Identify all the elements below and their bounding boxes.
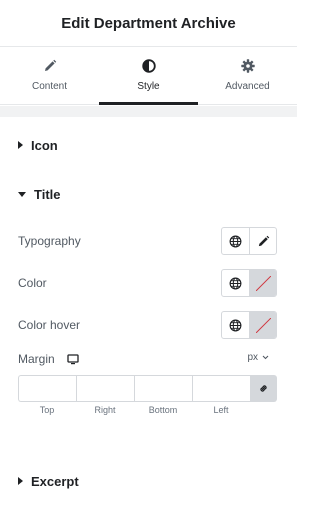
tab-bar: Content Style Advanced	[0, 47, 297, 105]
empty-color-swatch	[255, 317, 271, 333]
globe-icon	[229, 319, 242, 331]
color-hover-picker-button[interactable]	[249, 312, 276, 338]
section-icon: Icon	[0, 117, 297, 173]
margin-right-label: Right	[94, 405, 116, 415]
typography-global-button[interactable]	[222, 228, 249, 254]
section-title-header[interactable]: Title	[0, 166, 297, 222]
half-circle-icon	[141, 59, 156, 73]
color-hover-row: Color hover	[18, 311, 277, 339]
typography-edit-button[interactable]	[249, 228, 276, 254]
chevron-down-icon	[262, 355, 269, 360]
caret-right-icon	[18, 477, 23, 485]
globe-icon	[229, 235, 242, 247]
section-excerpt-label: Excerpt	[31, 473, 79, 489]
tab-advanced[interactable]: Advanced	[198, 47, 297, 104]
margin-top-label: Top	[39, 405, 55, 415]
panel-header: Edit Department Archive	[0, 0, 297, 47]
link-icon	[260, 385, 267, 392]
color-hover-global-button[interactable]	[222, 312, 249, 338]
margin-right-input[interactable]	[76, 375, 134, 402]
tab-content[interactable]: Content	[0, 47, 99, 104]
desktop-icon[interactable]	[67, 353, 79, 365]
margin-label: Margin	[18, 352, 55, 366]
color-row: Color	[18, 269, 277, 297]
margin-left-input[interactable]	[192, 375, 250, 402]
margin-header: Margin px	[18, 350, 277, 368]
caret-right-icon	[18, 141, 23, 149]
pencil-icon	[43, 59, 57, 73]
margin-inputs	[18, 375, 277, 402]
section-divider	[0, 106, 297, 117]
tab-style-label: Style	[137, 81, 160, 92]
section-excerpt: Excerpt	[0, 453, 297, 508]
tab-style[interactable]: Style	[99, 47, 198, 105]
panel-title: Edit Department Archive	[61, 14, 236, 32]
color-hover-label: Color hover	[18, 318, 81, 332]
section-title-label: Title	[34, 186, 61, 202]
tab-content-label: Content	[31, 81, 68, 92]
section-icon-header[interactable]: Icon	[0, 117, 297, 173]
link-values-button[interactable]	[250, 375, 277, 402]
margin-bottom-input[interactable]	[134, 375, 192, 402]
tab-advanced-label: Advanced	[225, 81, 270, 92]
color-controls	[221, 269, 277, 297]
color-picker-button[interactable]	[249, 270, 276, 296]
typography-label: Typography	[18, 234, 81, 248]
color-label: Color	[18, 276, 47, 290]
empty-color-swatch	[255, 275, 271, 291]
margin-labels: Top Right Bottom Left	[18, 405, 277, 415]
caret-down-icon	[18, 191, 26, 197]
gear-icon	[240, 59, 255, 73]
section-excerpt-header[interactable]: Excerpt	[0, 453, 297, 508]
globe-icon	[229, 277, 242, 289]
typography-row: Typography	[18, 227, 277, 255]
margin-bottom-label: Bottom	[148, 405, 178, 415]
typography-controls	[221, 227, 277, 255]
unit-value: px	[247, 352, 258, 363]
margin-left-label: Left	[213, 405, 229, 415]
pencil-edit-icon	[258, 235, 269, 246]
unit-selector[interactable]: px	[247, 352, 269, 363]
margin-top-input[interactable]	[18, 375, 76, 402]
section-icon-label: Icon	[31, 137, 58, 153]
color-global-button[interactable]	[222, 270, 249, 296]
color-hover-controls	[221, 311, 277, 339]
